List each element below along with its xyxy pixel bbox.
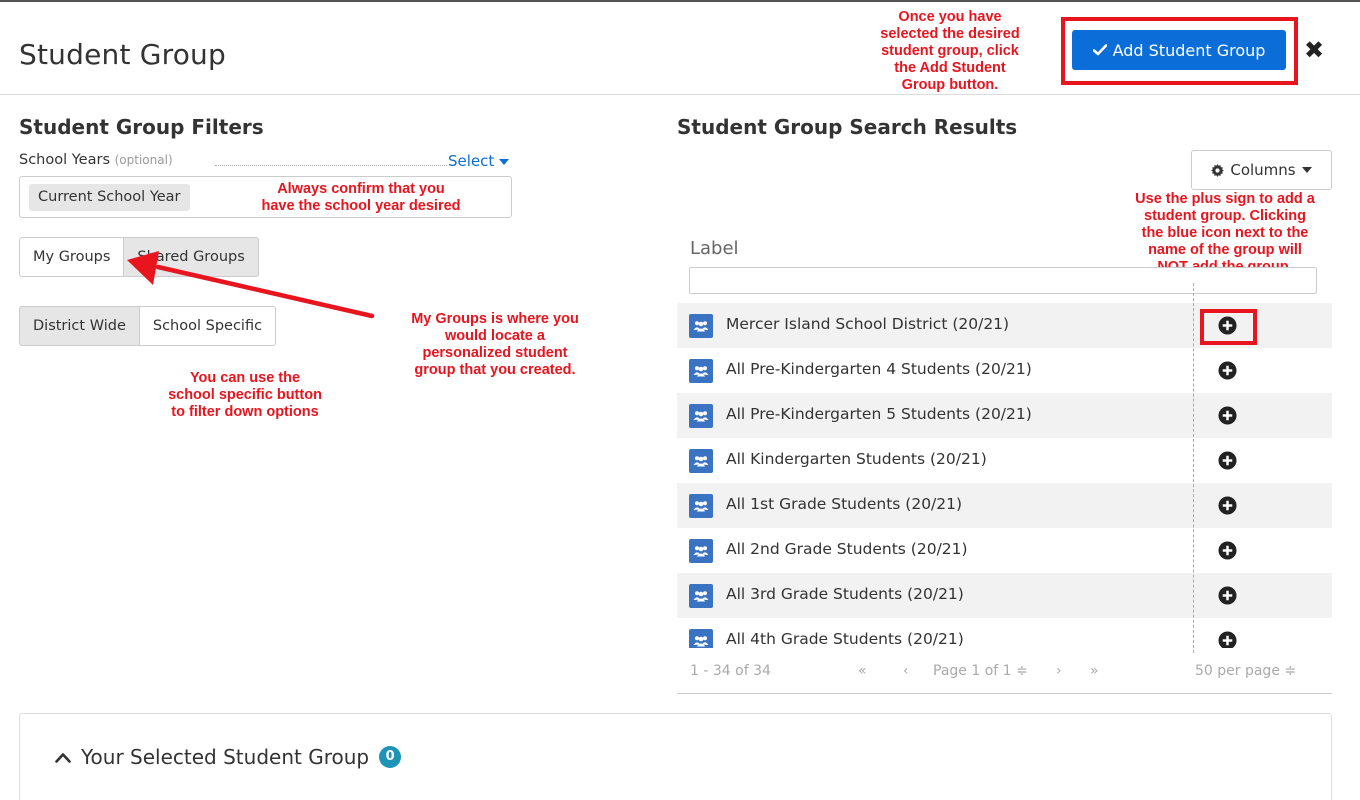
school-specific-button[interactable]: School Specific [139, 306, 277, 346]
caret-down-icon [499, 159, 510, 165]
selected-year-chip[interactable]: Current School Year [29, 184, 190, 211]
add-student-group-label: Add Student Group [1112, 40, 1266, 60]
annotation-highlight-plus [1200, 309, 1257, 345]
label-column-header: Label [690, 238, 739, 259]
selected-count-badge: 0 [379, 746, 402, 768]
group-label: All 2nd Grade Students (20/21) [726, 540, 968, 558]
shared-groups-button[interactable]: Shared Groups [124, 237, 259, 277]
results-table: Mercer Island School District (20/21) All… [677, 303, 1332, 648]
annotation-my-groups: My Groups is where you would locate a pe… [411, 311, 579, 378]
group-icon[interactable] [689, 539, 713, 563]
checkmark-icon [1092, 44, 1107, 56]
chevron-up-icon [55, 752, 71, 763]
table-row[interactable]: All Pre-Kindergarten 5 Students (20/21) [677, 393, 1332, 438]
add-circle-icon[interactable] [1218, 586, 1237, 605]
gear-icon [1211, 163, 1225, 177]
results-title: Student Group Search Results [677, 115, 1018, 139]
group-label: All Pre-Kindergarten 4 Students (20/21) [726, 360, 1032, 378]
pager-next-button[interactable]: › [1056, 663, 1062, 679]
selected-group-toggle[interactable]: Your Selected Student Group 0 [55, 745, 402, 769]
group-label: All 1st Grade Students (20/21) [726, 495, 963, 513]
table-row[interactable]: All 4th Grade Students (20/21) [677, 618, 1332, 648]
group-icon[interactable] [689, 494, 713, 518]
add-circle-icon[interactable] [1218, 406, 1237, 425]
table-row[interactable]: All 3rd Grade Students (20/21) [677, 573, 1332, 618]
pager-prev-button[interactable]: ‹ [903, 663, 909, 679]
pager-last-button[interactable]: » [1090, 663, 1099, 679]
columns-button[interactable]: Columns [1191, 150, 1332, 190]
group-icon[interactable] [689, 449, 713, 473]
label-filter-input[interactable] [689, 267, 1317, 294]
header-divider [0, 94, 1360, 95]
columns-label: Columns [1230, 161, 1296, 179]
annotation-plus-sign: Use the plus sign to add a student group… [1135, 191, 1315, 275]
add-circle-icon[interactable] [1218, 451, 1237, 470]
district-wide-button[interactable]: District Wide [19, 306, 140, 346]
top-rule [0, 0, 1360, 2]
annotation-school-specific: You can use the school specific button t… [168, 370, 322, 420]
group-icon[interactable] [689, 314, 713, 338]
school-years-label: School Years (optional) [19, 152, 173, 168]
pager-divider [677, 693, 1332, 694]
filters-title: Student Group Filters [19, 115, 264, 139]
per-page-select[interactable]: 50 per page ≑ [1195, 663, 1296, 679]
group-label: All 3rd Grade Students (20/21) [726, 585, 964, 603]
group-label: All 4th Grade Students (20/21) [726, 630, 964, 648]
column-divider [1193, 283, 1194, 653]
add-circle-icon[interactable] [1218, 631, 1237, 648]
school-years-select[interactable]: Select [448, 152, 510, 170]
group-label: Mercer Island School District (20/21) [726, 315, 1010, 333]
group-icon[interactable] [689, 404, 713, 428]
table-row[interactable]: All 1st Grade Students (20/21) [677, 483, 1332, 528]
table-row[interactable]: All 2nd Grade Students (20/21) [677, 528, 1332, 573]
dotted-leader [215, 165, 447, 166]
group-label: All Pre-Kindergarten 5 Students (20/21) [726, 405, 1032, 423]
my-groups-button[interactable]: My Groups [19, 237, 125, 277]
caret-down-icon [1301, 167, 1312, 173]
group-label: All Kindergarten Students (20/21) [726, 450, 987, 468]
add-circle-icon[interactable] [1218, 361, 1237, 380]
page-title: Student Group [19, 38, 226, 71]
group-icon[interactable] [689, 359, 713, 383]
pager-page-select[interactable]: Page 1 of 1 ≑ [933, 663, 1028, 679]
group-icon[interactable] [689, 584, 713, 608]
pager-first-button[interactable]: « [858, 663, 867, 679]
table-row[interactable]: All Kindergarten Students (20/21) [677, 438, 1332, 483]
add-circle-icon[interactable] [1218, 496, 1237, 515]
scope-toggle: District Wide School Specific [19, 306, 277, 346]
group-toggle: My Groups Shared Groups [19, 237, 259, 277]
table-row[interactable]: All Pre-Kindergarten 4 Students (20/21) [677, 348, 1332, 393]
optional-hint: (optional) [114, 153, 173, 167]
close-icon[interactable]: ✖ [1302, 36, 1326, 66]
group-icon[interactable] [689, 629, 713, 648]
annotation-add-button: Once you have selected the desired stude… [880, 9, 1020, 93]
annotation-school-year: Always confirm that you have the school … [261, 181, 461, 214]
pager-range: 1 - 34 of 34 [690, 663, 771, 679]
add-circle-icon[interactable] [1218, 541, 1237, 560]
selected-group-title: Your Selected Student Group [81, 745, 370, 769]
add-student-group-button[interactable]: Add Student Group [1072, 30, 1286, 70]
